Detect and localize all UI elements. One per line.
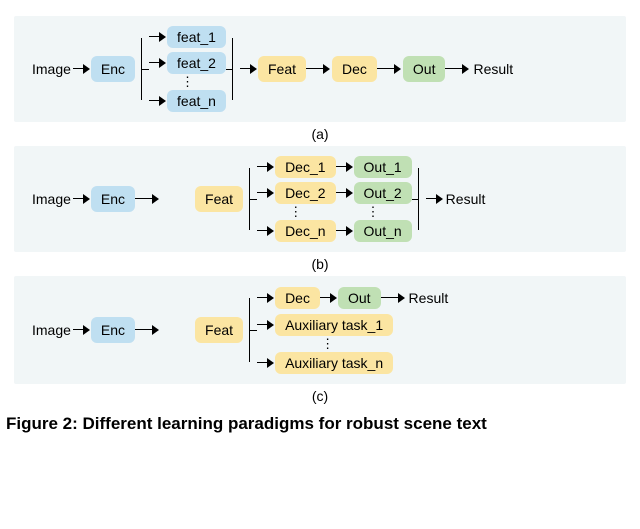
arrow-icon xyxy=(257,226,275,236)
arrow-icon xyxy=(336,162,354,172)
fan-out-icon xyxy=(135,26,149,112)
arrow-icon xyxy=(377,64,403,74)
node-out-i: Out_2 xyxy=(354,182,412,204)
fan-in-icon xyxy=(226,26,240,112)
figure-caption: Figure 2: Different learning paradigms f… xyxy=(6,414,634,434)
arrow-icon xyxy=(135,194,195,204)
feat-row: feat_1 xyxy=(149,26,226,48)
node-enc: Enc xyxy=(91,56,135,82)
vdots-icon: ⋮ xyxy=(361,208,386,216)
panel-c: Image Enc Feat Dec Out Result Auxiliary … xyxy=(14,276,626,384)
node-dec-i: Dec_2 xyxy=(275,182,335,204)
panel-b-row: Image Enc Feat Dec_1 Out_1 Dec_2 Out_2 ⋮… xyxy=(30,156,610,242)
arrow-icon xyxy=(336,188,354,198)
arrow-icon xyxy=(381,293,407,303)
node-feat: Feat xyxy=(195,317,243,343)
arrow-icon xyxy=(149,58,167,68)
arrow-icon xyxy=(445,64,471,74)
branch-stack: Dec Out Result Auxiliary task_1 ⋮ Auxili… xyxy=(257,286,450,374)
panel-b-label: (b) xyxy=(6,256,634,272)
arrow-icon xyxy=(257,358,275,368)
vdots-icon: ⋮ xyxy=(175,78,200,86)
panel-c-row: Image Enc Feat Dec Out Result Auxiliary … xyxy=(30,286,610,374)
arrow-icon xyxy=(73,325,91,335)
arrow-icon xyxy=(135,325,195,335)
panel-c-label: (c) xyxy=(6,388,634,404)
vdots-row: ⋮ xyxy=(257,340,450,348)
panel-b: Image Enc Feat Dec_1 Out_1 Dec_2 Out_2 ⋮… xyxy=(14,146,626,252)
node-out-i: Out_1 xyxy=(354,156,412,178)
aux-row: Auxiliary task_1 xyxy=(257,314,450,336)
aux-row: Auxiliary task_n xyxy=(257,352,450,374)
node-feat: Feat xyxy=(195,186,243,212)
node-enc: Enc xyxy=(91,186,135,212)
arrow-icon xyxy=(257,320,275,330)
arrow-icon xyxy=(320,293,338,303)
vdots-icon: ⋮ xyxy=(315,340,340,348)
dec-out-row: Dec_2 Out_2 xyxy=(257,182,412,204)
panel-a-label: (a) xyxy=(6,126,634,142)
label-result: Result xyxy=(444,187,488,211)
arrow-icon xyxy=(257,162,275,172)
node-aux-i: Auxiliary task_1 xyxy=(275,314,393,336)
node-out-i: Out_n xyxy=(354,220,412,242)
node-dec-i: Dec_1 xyxy=(275,156,335,178)
node-out: Out xyxy=(338,287,381,309)
node-feat: Feat xyxy=(258,56,306,82)
arrow-icon xyxy=(336,226,354,236)
main-branch-row: Dec Out Result xyxy=(257,286,450,310)
node-enc: Enc xyxy=(91,317,135,343)
node-dec: Dec xyxy=(332,56,377,82)
node-dec-i: Dec_n xyxy=(275,220,335,242)
dec-out-stack: Dec_1 Out_1 Dec_2 Out_2 ⋮ ⋮ Dec_n Out_n xyxy=(257,156,412,242)
vdots-icon: ⋮ xyxy=(283,208,308,216)
dec-out-row: Dec_1 Out_1 xyxy=(257,156,412,178)
arrow-icon xyxy=(240,64,258,74)
feat-stack: feat_1 feat_2 ⋮ feat_n xyxy=(149,26,226,112)
arrow-icon xyxy=(73,194,91,204)
node-feat-i: feat_1 xyxy=(167,26,226,48)
label-result: Result xyxy=(471,57,515,81)
arrow-icon xyxy=(257,188,275,198)
node-aux-i: Auxiliary task_n xyxy=(275,352,393,374)
fan-out-icon xyxy=(243,156,257,242)
node-feat-i: feat_n xyxy=(167,90,226,112)
feat-row: feat_n xyxy=(149,90,226,112)
label-image: Image xyxy=(30,57,73,81)
node-dec: Dec xyxy=(275,287,320,309)
panel-a-row: Image Enc feat_1 feat_2 ⋮ feat_n Feat xyxy=(30,26,610,112)
dec-out-row: Dec_n Out_n xyxy=(257,220,412,242)
node-feat-i: feat_2 xyxy=(167,52,226,74)
arrow-icon xyxy=(426,194,444,204)
panel-a: Image Enc feat_1 feat_2 ⋮ feat_n Feat xyxy=(14,16,626,122)
label-image: Image xyxy=(30,187,73,211)
arrow-icon xyxy=(149,96,167,106)
arrow-icon xyxy=(306,64,332,74)
arrow-icon xyxy=(73,64,91,74)
fan-out-icon xyxy=(243,286,257,374)
label-image: Image xyxy=(30,318,73,342)
arrow-icon xyxy=(149,32,167,42)
node-out: Out xyxy=(403,56,446,82)
fan-in-icon xyxy=(412,156,426,242)
feat-row: feat_2 xyxy=(149,52,226,74)
vdots-row: ⋮ xyxy=(149,78,226,86)
label-result: Result xyxy=(407,286,451,310)
arrow-icon xyxy=(257,293,275,303)
vdots-row: ⋮ ⋮ xyxy=(257,208,412,216)
